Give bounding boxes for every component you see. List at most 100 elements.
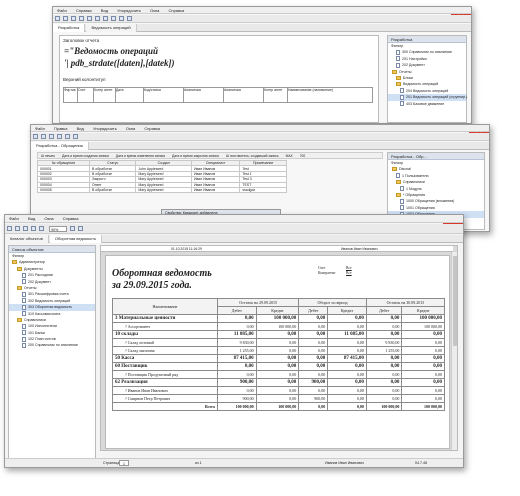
- amount-cell: 900,00: [298, 378, 329, 387]
- design-col[interactable]: Счет: [78, 88, 94, 102]
- folder-icon: [396, 180, 401, 185]
- amount-cell: 0,00: [255, 354, 300, 363]
- menu-windows[interactable]: Окна: [126, 125, 135, 132]
- grid-toolbar-item[interactable]: 700: [300, 154, 306, 158]
- cell: В обработке: [88, 186, 137, 194]
- menu-help[interactable]: Справка: [144, 125, 160, 132]
- cell: Mary Appleseed: [135, 186, 192, 194]
- design-col[interactable]: Код/статья: [144, 88, 184, 102]
- design-col[interactable]: Аналитика: [184, 88, 224, 102]
- code-line-1[interactable]: ="Ведомость операций: [64, 46, 158, 56]
- document-icon: [400, 186, 404, 192]
- tab-design[interactable]: Разработка: [53, 24, 86, 32]
- grid-toolbar-item[interactable]: Ш печать: [41, 154, 55, 158]
- amount-cell: 0,00: [327, 386, 367, 395]
- new-icon[interactable]: [55, 16, 60, 21]
- zoom-select[interactable]: 90%: [49, 226, 68, 232]
- menu-bar: Файл Правка Вид Упорядочить Окна Справка: [31, 125, 489, 132]
- underline-icon[interactable]: [103, 16, 108, 21]
- object-list-panel: Список объектов Фильтр Администратор Доку…: [8, 245, 96, 459]
- scrollbar-thumb[interactable]: [453, 256, 457, 346]
- design-col[interactable]: Аналитика: [224, 88, 264, 102]
- table-row[interactable]: 000005 В обработке Mary Appleseed Иван Иван…: [37, 186, 287, 194]
- design-col[interactable]: Дата: [116, 88, 144, 102]
- menu-file[interactable]: Файл: [35, 125, 45, 132]
- menu-windows[interactable]: Окна: [150, 7, 159, 14]
- report-header-strip: 01.10.2015 11:16:29 Иванов Иван Иванович: [101, 246, 453, 252]
- open-icon[interactable]: [63, 16, 68, 21]
- menu-bar: Файл Справка Вид Упорядочить Окна Справк…: [53, 7, 471, 14]
- menu-view[interactable]: Вид: [77, 125, 84, 132]
- menu-help[interactable]: Справка: [169, 7, 185, 14]
- grid-toolbar-item[interactable]: Дата и время создания записи: [62, 154, 109, 158]
- tree-item-label: 200 Справочник по аналитике: [28, 343, 79, 348]
- refresh-icon[interactable]: [57, 134, 62, 139]
- amount-cell: 0,00: [365, 378, 403, 387]
- italic-icon[interactable]: [73, 134, 78, 139]
- bold-icon[interactable]: [87, 16, 92, 21]
- folder-icon: [12, 260, 17, 265]
- print-icon[interactable]: [79, 16, 84, 21]
- page-input[interactable]: 1: [119, 460, 129, 466]
- design-col[interactable]: Фир ма: [64, 88, 78, 102]
- amount-cell: 0,00: [298, 370, 329, 379]
- amount-cell: 100 000,00: [255, 322, 300, 331]
- tab-operations-report[interactable]: Ведомость операций: [86, 24, 137, 32]
- save-icon[interactable]: [15, 226, 20, 231]
- design-col[interactable]: Контр агент: [94, 88, 116, 102]
- document-icon: [22, 272, 26, 278]
- align-center-icon[interactable]: [119, 16, 124, 21]
- print-icon[interactable]: [23, 226, 28, 231]
- amount-cell: 100 000,00: [401, 322, 445, 331]
- menu-file[interactable]: Файл: [57, 7, 67, 14]
- grid-toolbar-item[interactable]: Ш постовитель, создавший запись: [226, 154, 279, 158]
- menu-file[interactable]: Файл: [9, 215, 19, 223]
- menu-help[interactable]: Справка: [63, 215, 79, 223]
- tab-object-catalog[interactable]: Каталог объектов: [5, 235, 49, 243]
- menu-windows[interactable]: Окна: [44, 215, 53, 223]
- design-col[interactable]: Наименование (назначение): [288, 88, 372, 102]
- document-icon: [22, 336, 26, 342]
- report-designer-window: ✕ Файл Справка Вид Упорядочить Окна Спра…: [52, 6, 472, 124]
- menu-arrange[interactable]: Упорядочить: [117, 7, 141, 14]
- open-icon[interactable]: [7, 226, 12, 231]
- save-icon[interactable]: [71, 16, 76, 21]
- vertical-scrollbar[interactable]: [451, 252, 457, 450]
- export-icon[interactable]: [31, 226, 36, 231]
- next-page-icon[interactable]: [78, 226, 84, 231]
- menu-bar: Файл Вид Окна Справка: [5, 215, 463, 223]
- align-right-icon[interactable]: [127, 16, 132, 21]
- grid-toolbar-item[interactable]: Дата и время закрытия записи: [172, 154, 219, 158]
- design-col[interactable]: Контр агент: [264, 88, 288, 102]
- code-line-2[interactable]: '| pdb_strdate([daten],[datek]): [64, 58, 174, 68]
- amount-cell: 0,00: [401, 378, 445, 387]
- menu-edit[interactable]: Правка: [54, 125, 68, 132]
- first-page-icon[interactable]: [70, 226, 76, 231]
- report-header-user: Иванов Иван Иванович: [341, 247, 378, 251]
- zoom-icon[interactable]: [39, 226, 44, 231]
- document-icon: [22, 279, 26, 285]
- menu-edit[interactable]: Справка: [76, 7, 92, 14]
- tab-turnover-report[interactable]: Оборотная ведомость: [49, 235, 103, 243]
- italic-icon[interactable]: [95, 16, 100, 21]
- align-left-icon[interactable]: [111, 16, 116, 21]
- open-icon[interactable]: [41, 134, 46, 139]
- document-icon: [400, 198, 404, 204]
- bold-icon[interactable]: [65, 134, 70, 139]
- save-icon[interactable]: [49, 134, 54, 139]
- tree-item[interactable]: 201 Ведомость операций (сгруппир.): [388, 94, 467, 101]
- amount-cell: 900,00: [217, 378, 257, 387]
- menu-view[interactable]: Вид: [28, 215, 35, 223]
- tree-item-label: Отчеты: [24, 285, 37, 290]
- menu-view[interactable]: Вид: [101, 7, 108, 14]
- grid-toolbar-item[interactable]: Дата и время изменения записи: [116, 154, 165, 158]
- new-icon[interactable]: [33, 134, 38, 139]
- grid-toolbar-item[interactable]: МАХ: [286, 154, 293, 158]
- amount-cell: 0,00: [298, 354, 329, 363]
- tree-item[interactable]: 403 Базовое движение: [388, 101, 466, 107]
- amount-cell: 0,00: [401, 330, 445, 339]
- tree-item-label: 1001 Обращения: [406, 205, 435, 210]
- tree-item[interactable]: 200 Справочник по аналитике: [9, 342, 95, 349]
- menu-arrange[interactable]: Упорядочить: [93, 125, 117, 132]
- tab-requests[interactable]: Разработка - Обращения: [31, 142, 89, 150]
